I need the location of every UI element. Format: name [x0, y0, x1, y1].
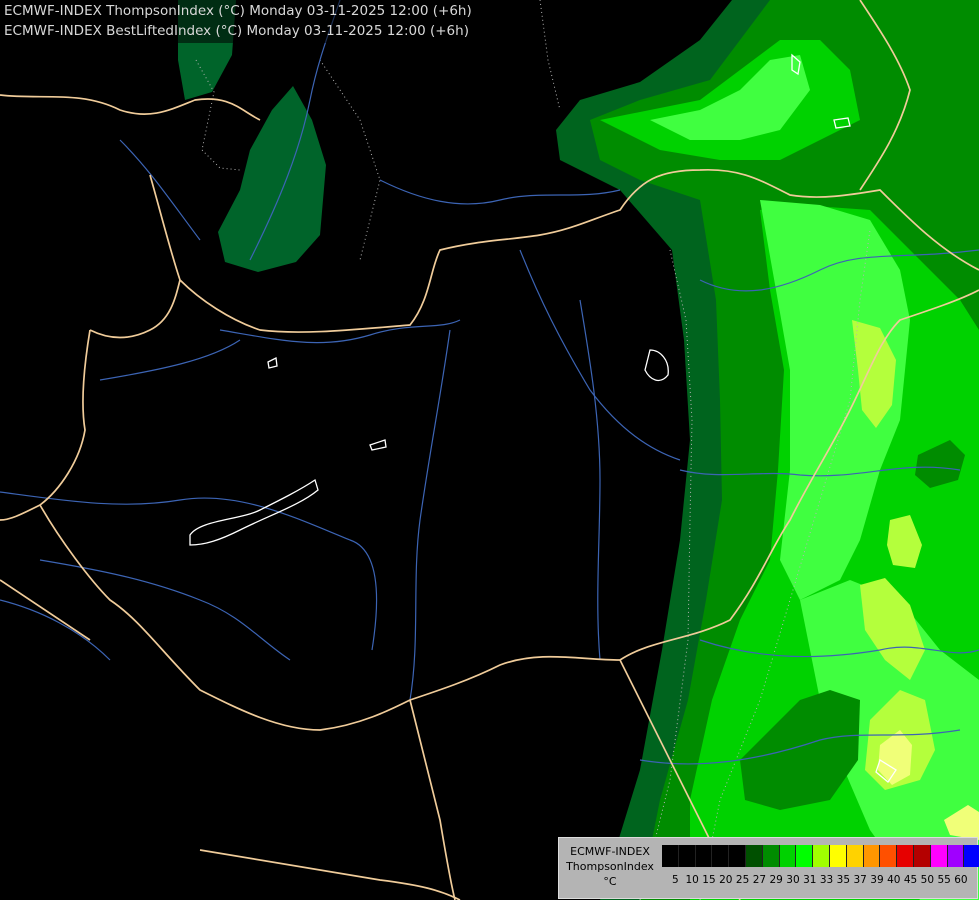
- legend-tick-label: 35: [836, 874, 851, 886]
- legend-swatch: [930, 845, 948, 867]
- legend-label-line-3: °C: [603, 875, 617, 888]
- legend-label: ECMWF-INDEX ThompsonIndex °C: [559, 844, 661, 889]
- legend-tick-label: 39: [870, 874, 884, 886]
- legend-swatch: [964, 845, 979, 867]
- legend-swatch: [712, 845, 730, 867]
- legend-tick-label: 25: [735, 874, 750, 886]
- legend-swatch: [796, 845, 814, 867]
- legend-swatch: [880, 845, 898, 867]
- legend-swatch: [813, 845, 830, 867]
- legend-swatch: [678, 845, 696, 867]
- legend-tick-label: 30: [786, 874, 800, 886]
- legend-tick-label: 33: [819, 874, 834, 886]
- title-line-2: ECMWF-INDEX BestLiftedIndex (°C) Monday …: [4, 23, 469, 39]
- legend-swatch: [762, 845, 780, 867]
- legend-swatch: [829, 845, 847, 867]
- legend-swatches: [662, 845, 979, 867]
- legend-label-line-2: ThompsonIndex: [566, 860, 654, 873]
- weather-map: [0, 0, 979, 900]
- legend-tick-label: 27: [752, 874, 767, 886]
- legend-tick-label: 50: [920, 874, 935, 886]
- legend-swatch: [913, 845, 931, 867]
- title-line-1: ECMWF-INDEX ThompsonIndex (°C) Monday 03…: [4, 3, 472, 19]
- legend-swatch: [745, 845, 763, 867]
- legend-tick-label: 15: [702, 874, 716, 886]
- legend-tick-label: 37: [853, 874, 867, 886]
- legend-tick-label: 40: [887, 874, 901, 886]
- legend-tick-label: 10: [685, 874, 699, 886]
- legend-swatch: [846, 845, 864, 867]
- legend-swatch: [729, 845, 746, 867]
- legend-swatch: [662, 845, 679, 867]
- legend-tick-label: 5: [672, 874, 679, 886]
- legend-swatch: [779, 845, 797, 867]
- map-title: ECMWF-INDEX ThompsonIndex (°C) Monday 03…: [0, 0, 476, 43]
- color-legend: ECMWF-INDEX ThompsonIndex °C 5 10 15 20 25 27…: [558, 837, 979, 899]
- legend-tick-label: 29: [769, 874, 783, 886]
- legend-swatch: [863, 845, 881, 867]
- legend-label-line-1: ECMWF-INDEX: [570, 845, 650, 858]
- legend-tick-label: 31: [803, 874, 817, 886]
- legend-tick-label: 60: [954, 874, 968, 886]
- legend-tick-label: 20: [719, 874, 733, 886]
- legend-ticks: 5 10 15 20 25 27 29 30 31 33 35 37 39 40 45 50 55 60: [667, 874, 969, 886]
- legend-swatch: [897, 845, 914, 867]
- legend-swatch: [947, 845, 965, 867]
- legend-swatch: [695, 845, 713, 867]
- legend-tick-label: 55: [937, 874, 951, 886]
- legend-tick-label: 45: [903, 874, 918, 886]
